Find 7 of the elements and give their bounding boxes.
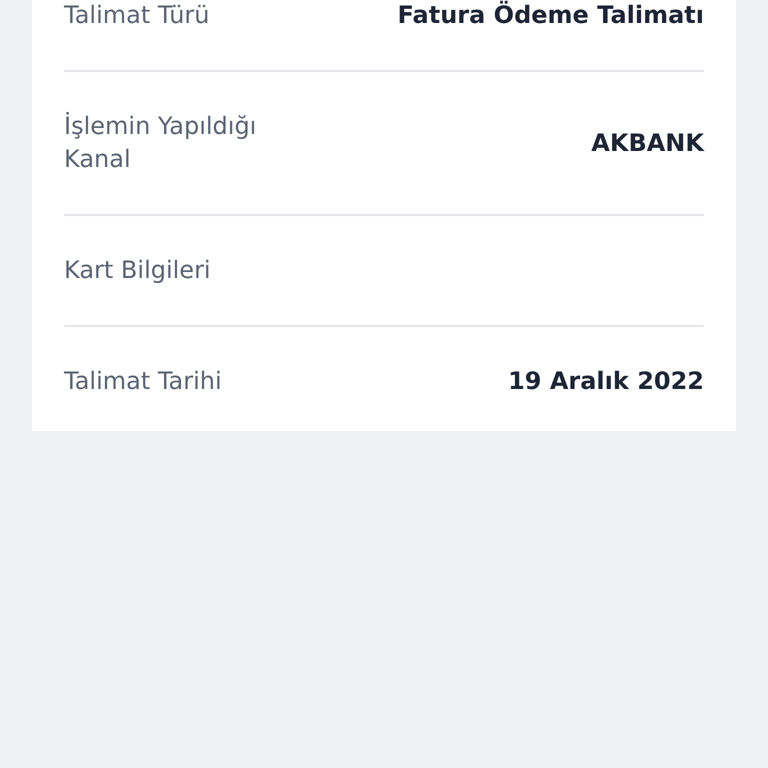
detail-label: Kart Bilgileri [64,255,211,286]
detail-value: Fatura Ödeme Talimatı [398,0,704,31]
detail-value: AKBANK [591,128,704,158]
detail-label: Talimat Türü [64,0,210,31]
detail-label: Talimat Tarihi [64,366,222,397]
detail-value: 19 Aralık 2022 [508,366,704,397]
detail-label: İşlemin Yapıldığı Kanal [64,111,258,175]
